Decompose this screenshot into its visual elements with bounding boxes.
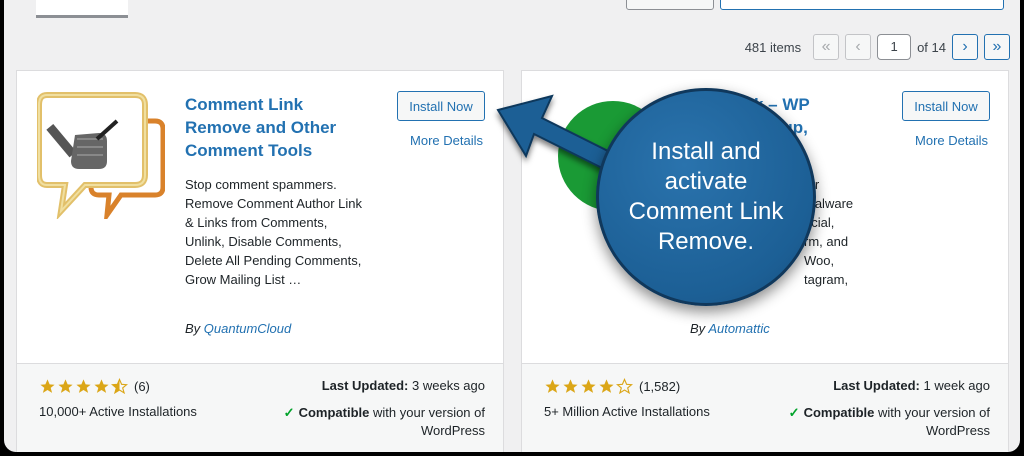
compat-strong: Compatible: [298, 405, 370, 420]
next-page-button[interactable]: ›: [952, 34, 978, 60]
instruction-callout: Install and activate Comment Link Remove…: [596, 88, 816, 306]
current-page-input[interactable]: 1: [877, 34, 912, 60]
more-details-link[interactable]: More Details: [915, 133, 988, 148]
more-details-link[interactable]: More Details: [410, 133, 483, 148]
search-type-select[interactable]: [626, 0, 714, 10]
compat-rest: with your version of WordPress: [878, 405, 990, 438]
plugin-description: Stop comment spammers. Remove Comment Au…: [185, 177, 363, 287]
plugin-author: By Automattic: [690, 321, 770, 336]
star-full-icon: [581, 379, 596, 393]
rating-count: (1,582): [639, 379, 681, 394]
compat-strong: Compatible: [803, 405, 875, 420]
search-plugins-input[interactable]: [720, 0, 1004, 10]
star-full-icon: [76, 379, 91, 393]
plugin-title-link[interactable]: Comment Link Remove and Other Comment To…: [185, 93, 355, 162]
last-updated-value: 1 week ago: [923, 378, 991, 393]
plugin-install-screen: 481 items « ‹ 1 of 14 › » Comment Link R…: [4, 0, 1020, 452]
author-prefix: By: [185, 321, 201, 336]
plugin-card-footer: (6) 10,000+ Active Installations Last Up…: [17, 363, 503, 452]
first-page-button[interactable]: «: [813, 34, 840, 60]
plugin-author: By QuantumCloud: [185, 321, 291, 336]
top-toolbar: [4, 0, 1020, 18]
last-page-button[interactable]: »: [984, 34, 1010, 60]
author-link[interactable]: QuantumCloud: [204, 321, 291, 336]
plugin-description: for malware ocial, rm, and Woo, tagram,: [804, 175, 884, 289]
star-empty-icon: [616, 378, 633, 395]
comment-tools-plugin-icon[interactable]: [37, 91, 165, 219]
desc-line: rm, and: [804, 234, 849, 249]
last-updated-label: Last Updated:: [833, 378, 920, 393]
compatibility-notice: ✓ Compatible with your version of WordPre…: [245, 404, 485, 440]
desc-line: for: [804, 175, 884, 194]
plugin-card-footer: (1,582) 5+ Million Active Installations …: [522, 363, 1008, 452]
filter-tab[interactable]: [36, 0, 128, 18]
desc-line: Woo,: [804, 253, 835, 268]
pagination: 481 items « ‹ 1 of 14 › »: [745, 34, 1010, 60]
prev-page-button[interactable]: ‹: [845, 34, 872, 60]
last-updated: Last Updated: 1 week ago: [833, 378, 990, 393]
compat-rest: with your version of WordPress: [373, 405, 485, 438]
star-full-icon: [94, 379, 109, 393]
star-full-icon: [58, 379, 73, 393]
rating-count: (6): [134, 379, 150, 394]
star-full-icon: [563, 379, 578, 393]
star-half-icon: [111, 378, 128, 395]
last-updated-label: Last Updated:: [321, 378, 409, 393]
checkmark-icon: ✓: [283, 405, 295, 420]
author-link[interactable]: Automattic: [708, 321, 769, 336]
active-installs: 5+ Million Active Installations: [544, 404, 710, 419]
desc-line: ocial,: [804, 215, 835, 230]
install-now-button[interactable]: Install Now: [902, 91, 990, 121]
star-rating: (1,582): [544, 378, 680, 395]
last-updated: Last Updated: 3 weeks ago: [322, 378, 485, 393]
install-now-button[interactable]: Install Now: [397, 91, 485, 121]
plugin-card-comment-link-remove: Comment Link Remove and Other Comment To…: [16, 70, 504, 452]
star-rating: (6): [39, 378, 150, 395]
checkmark-icon: ✓: [788, 405, 800, 420]
active-installs: 10,000+ Active Installations: [39, 404, 197, 419]
callout-text: Install and activate Comment Link Remove…: [628, 138, 784, 255]
items-count: 481 items: [744, 39, 802, 55]
star-full-icon: [545, 379, 560, 393]
author-prefix: By: [690, 321, 706, 336]
total-pages: of 14: [917, 39, 946, 55]
star-full-icon: [40, 379, 55, 393]
desc-line: malware: [804, 196, 854, 211]
compatibility-notice: ✓ Compatible with your version of WordPre…: [750, 404, 990, 440]
desc-line: tagram,: [804, 272, 849, 287]
plugin-card-body: Comment Link Remove and Other Comment To…: [17, 71, 503, 363]
last-updated-value: 3 weeks ago: [412, 378, 485, 393]
star-full-icon: [599, 379, 614, 393]
